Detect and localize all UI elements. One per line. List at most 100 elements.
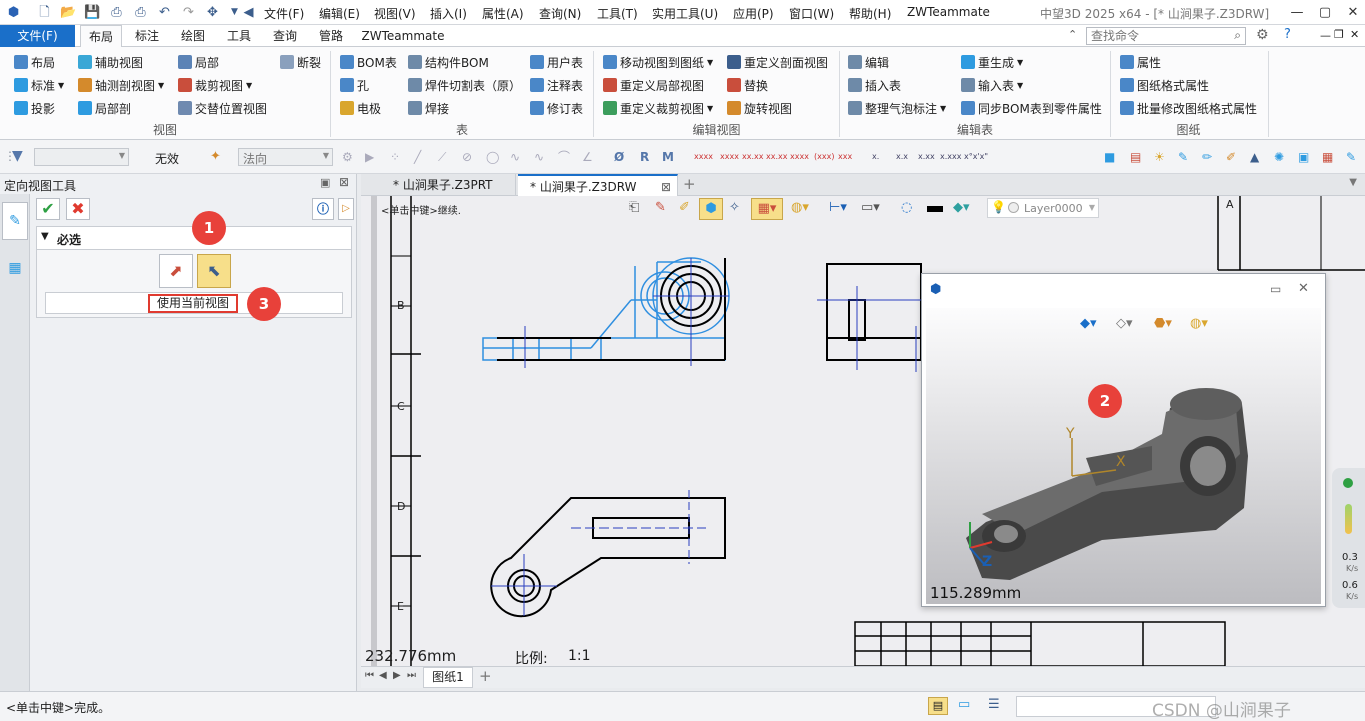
filter-select[interactable]: ▼ xyxy=(34,148,129,166)
arrange-balloons-button[interactable]: 整理气泡标注 ▼ xyxy=(848,99,946,117)
batch-format-button[interactable]: 批量修改图纸格式属性 xyxy=(1120,99,1257,117)
user-table-button[interactable]: 用户表 xyxy=(530,53,583,71)
menu-window[interactable]: 窗口(W) xyxy=(789,5,834,22)
next-sheet-icon[interactable]: ▶ xyxy=(393,670,401,681)
current-view-icon[interactable]: ⬉ xyxy=(197,254,231,288)
tab-zwteammate[interactable]: ZWTeammate xyxy=(358,25,448,47)
info-icon[interactable]: ⓘ xyxy=(312,198,334,220)
axonometric-section-button[interactable]: 轴测剖视图 ▼ xyxy=(78,76,164,94)
menu-insert[interactable]: 插入(I) xyxy=(430,5,467,22)
search-icon[interactable]: ⌕ xyxy=(1234,28,1241,43)
menu-edit[interactable]: 编辑(E) xyxy=(319,5,360,22)
menu-file[interactable]: 文件(F) xyxy=(264,5,304,22)
projection-button[interactable]: 投影 xyxy=(14,99,55,117)
doc-tab-part[interactable]: * 山涧果子.Z3PRT xyxy=(381,174,516,196)
dimension-icon[interactable]: ⊢▾ xyxy=(829,200,847,215)
hole-table-button[interactable]: 孔 xyxy=(340,76,369,94)
wand-icon[interactable]: ✧ xyxy=(729,200,740,215)
precision-icon[interactable]: x°x'x" xyxy=(964,150,988,164)
view-orient-icon[interactable]: ⬢ xyxy=(699,198,723,220)
rotate-view-button[interactable]: 旋转视图 xyxy=(727,99,792,117)
window-icon[interactable]: ▣ xyxy=(1298,150,1309,164)
menu-utilities[interactable]: 实用工具(U) xyxy=(652,5,718,22)
side-tab-tool-icon[interactable]: ✎ xyxy=(2,202,28,240)
undo-icon[interactable]: ↶ xyxy=(156,4,173,21)
render-mode-icon[interactable]: ◍▾ xyxy=(791,200,809,215)
preview-close-icon[interactable]: ✕ xyxy=(1298,281,1309,296)
precision-icon[interactable]: x. xyxy=(872,150,879,164)
brush-icon[interactable]: ✐ xyxy=(1226,150,1236,164)
tab-close-icon[interactable]: ⊠ xyxy=(661,176,671,198)
save-icon[interactable]: 💾 xyxy=(84,4,101,21)
format-icon[interactable]: xxxx xyxy=(790,150,809,164)
preview-viewport[interactable]: ◆▾ ◇▾ ⬣▾ ◍▾ Y X Z 115.289mm xyxy=(926,308,1321,604)
section-icon[interactable]: ▤ xyxy=(1130,150,1141,164)
cancel-x-button[interactable]: ✖ xyxy=(66,198,90,220)
layout-button[interactable]: 布局 xyxy=(14,53,55,71)
insert-table-button[interactable]: 插入表 xyxy=(848,76,901,94)
redefine-section-button[interactable]: 重定义剖面视图 xyxy=(727,53,828,71)
doc-minimize-icon[interactable]: — xyxy=(1320,29,1331,42)
line-snap-icon[interactable]: ╱ xyxy=(414,150,421,164)
tool-icon[interactable]: ✎ xyxy=(1346,150,1356,164)
doc-close-icon[interactable]: ✕ xyxy=(1350,28,1359,41)
collapse-ribbon-icon[interactable]: ⌃ xyxy=(1068,28,1077,41)
redo-icon[interactable]: ↷ xyxy=(180,4,197,21)
highlight-icon[interactable]: ✐ xyxy=(679,200,690,215)
menu-apps[interactable]: 应用(P) xyxy=(733,5,774,22)
format-icon[interactable]: xxx xyxy=(838,150,852,164)
maximize-icon[interactable]: ▢ xyxy=(1316,4,1334,21)
revision-table-button[interactable]: 修订表 xyxy=(530,99,583,117)
diameter-icon[interactable]: Ø xyxy=(614,150,624,164)
table-icon[interactable]: ▦ xyxy=(1322,150,1333,164)
spline-snap-icon[interactable]: ∿ xyxy=(534,150,544,164)
last-sheet-icon[interactable]: ⏭ xyxy=(407,670,416,681)
tab-list-icon[interactable]: ▼ xyxy=(1349,177,1357,188)
tab-file[interactable]: 文件(F) xyxy=(0,25,75,47)
add-sheet-icon[interactable]: + xyxy=(479,667,492,685)
doc-restore-icon[interactable]: ❐ xyxy=(1334,28,1344,41)
snap-icon[interactable]: ⚙ xyxy=(342,150,353,164)
tab-layout[interactable]: 布局 xyxy=(80,25,122,48)
prev-sheet-icon[interactable]: ◀ xyxy=(379,670,387,681)
menu-query[interactable]: 查询(N) xyxy=(539,5,581,22)
angle-snap-icon[interactable]: ∠ xyxy=(582,150,593,164)
format-icon[interactable]: (xxx) xyxy=(814,150,834,164)
standard-view-button[interactable]: 标准 ▼ xyxy=(14,76,64,94)
panel-close-icon[interactable]: ⊠ xyxy=(339,175,349,189)
sheet-format-button[interactable]: 图纸格式属性 xyxy=(1120,76,1209,94)
curve-snap-icon[interactable]: ∿ xyxy=(510,150,520,164)
preview-window[interactable]: ⬢ ▭ ✕ ◆▾ ◇▾ ⬣▾ ◍▾ Y X Z 115.289mm xyxy=(921,273,1326,607)
weld-table-button[interactable]: 焊接 xyxy=(408,99,449,117)
view-cube-icon[interactable]: ■ xyxy=(1104,150,1115,164)
import-table-button[interactable]: 输入表 ▼ xyxy=(961,76,1023,94)
alternate-position-button[interactable]: 交替位置视图 xyxy=(178,99,267,117)
tab-piping[interactable]: 管路 xyxy=(310,25,352,47)
pick-filter-icon[interactable]: ✦ xyxy=(210,149,221,164)
radius-icon[interactable]: R xyxy=(640,150,649,164)
use-current-view-button[interactable]: 使用当前视图 xyxy=(148,294,238,313)
layer-select[interactable]: 💡 Layer0000 ▼ xyxy=(987,198,1099,218)
regen-icon[interactable]: ✥ xyxy=(204,4,221,21)
point-snap-icon[interactable]: ⁘ xyxy=(390,150,400,164)
tab-query[interactable]: 查询 xyxy=(264,25,306,47)
doc-tab-drawing[interactable]: * 山涧果子.Z3DRW ⊠ xyxy=(518,174,678,196)
regenerate-button[interactable]: 重生成 ▼ xyxy=(961,53,1023,71)
direction-select[interactable]: 法向 ▼ xyxy=(238,148,333,166)
auxiliary-view-button[interactable]: 辅助视图 xyxy=(78,53,143,71)
close-icon[interactable]: ✕ xyxy=(1344,4,1362,21)
pencil-icon[interactable]: ✏ xyxy=(1202,150,1212,164)
measure-m-icon[interactable]: M xyxy=(662,150,674,164)
layer-icon[interactable]: ◆▾ xyxy=(953,200,970,215)
weld-cut-table-button[interactable]: 焊件切割表（原） xyxy=(408,76,521,94)
minimize-icon[interactable]: — xyxy=(1288,4,1306,21)
light-icon[interactable]: ☀ xyxy=(1154,150,1165,164)
tab-draw[interactable]: 绘图 xyxy=(172,25,214,47)
status-props-icon[interactable]: ▤ xyxy=(928,697,948,715)
precision-icon[interactable]: x.xx xyxy=(918,150,935,164)
new-file-icon[interactable]: 🗋 xyxy=(36,4,53,21)
note-table-button[interactable]: 注释表 xyxy=(530,76,583,94)
use-current-view-field[interactable]: 使用当前视图 xyxy=(45,292,343,314)
detail-view-button[interactable]: 局部 xyxy=(178,53,219,71)
sync-bom-button[interactable]: 同步BOM表到零件属性 xyxy=(961,99,1102,117)
